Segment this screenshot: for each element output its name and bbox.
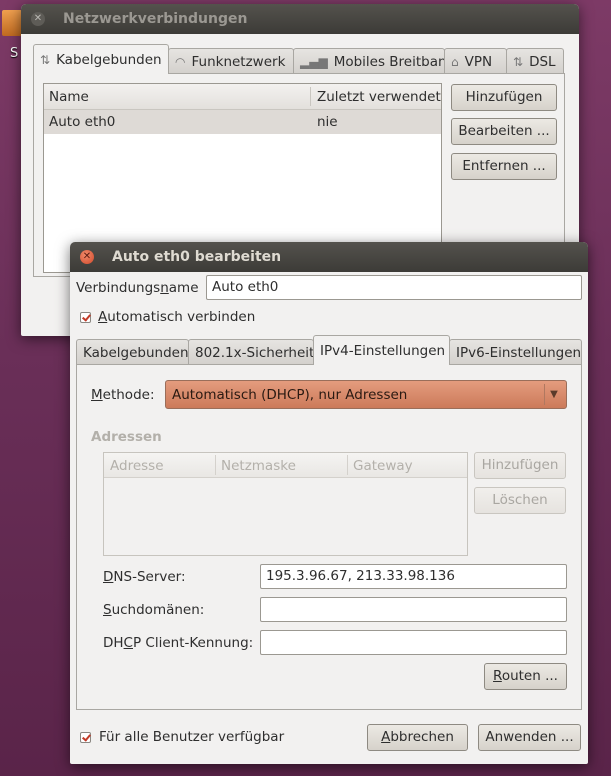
tab-ipv4-settings[interactable]: IPv4-Einstellungen bbox=[313, 335, 450, 365]
tab-dsl[interactable]: ⇅ DSL bbox=[506, 48, 564, 74]
dns-server-input[interactable]: 195.3.96.67, 213.33.98.136 bbox=[260, 564, 567, 589]
tab-label: DSL bbox=[529, 53, 556, 70]
edit-connection-button[interactable]: Bearbeiten ... bbox=[451, 118, 557, 145]
all-users-checkbox[interactable] bbox=[80, 732, 91, 743]
dialog-title: Auto eth0 bearbeiten bbox=[112, 249, 282, 265]
column-header-name[interactable]: Name bbox=[49, 89, 89, 105]
dns-server-label: DNS-Server: bbox=[103, 569, 186, 585]
wifi-icon: ◠ bbox=[175, 54, 186, 69]
desktop-folder-icon[interactable] bbox=[2, 10, 22, 36]
tab-label: VPN bbox=[464, 53, 493, 70]
dialog-titlebar: ✕ Auto eth0 bearbeiten bbox=[70, 242, 588, 272]
column-header-netmask: Netzmaske bbox=[221, 458, 296, 474]
column-divider bbox=[347, 455, 348, 475]
dhcp-client-id-input[interactable] bbox=[260, 630, 567, 655]
method-label: Methode: bbox=[91, 387, 155, 403]
tab-vpn[interactable]: ⌂ VPN bbox=[444, 48, 507, 74]
chevron-down-icon: ▼ bbox=[544, 384, 563, 405]
auto-connect-label: Automatisch verbinden bbox=[98, 309, 256, 325]
auto-connect-checkbox[interactable] bbox=[80, 312, 91, 323]
column-divider bbox=[310, 87, 311, 106]
tab-label: 802.1x-Sicherheit bbox=[195, 344, 315, 361]
close-icon[interactable]: ✕ bbox=[31, 12, 45, 26]
search-domains-input[interactable] bbox=[260, 597, 567, 622]
search-domains-label: Suchdomänen: bbox=[103, 602, 205, 618]
close-icon[interactable]: ✕ bbox=[80, 250, 94, 264]
column-header-last-used[interactable]: Zuletzt verwendet bbox=[317, 89, 441, 105]
arrows-updown-icon: ⇅ bbox=[513, 54, 524, 69]
delete-address-button[interactable]: Löschen bbox=[474, 487, 566, 514]
table-row[interactable]: Auto eth0 nie bbox=[44, 110, 441, 134]
cancel-button[interactable]: Abbrechen bbox=[367, 724, 468, 751]
signal-bars-icon: ▂▄▆ bbox=[300, 54, 328, 69]
addresses-heading: Adressen bbox=[91, 429, 162, 445]
connection-name-label: Verbindungsname bbox=[76, 280, 199, 296]
tab-label: Kabelgebunden bbox=[83, 344, 189, 361]
row-last-used-cell: nie bbox=[317, 114, 338, 130]
dhcp-client-id-label: DHCP Client-Kennung: bbox=[103, 635, 254, 651]
tab-label: IPv6-Einstellungen bbox=[456, 344, 582, 361]
address-table-header: Adresse Netzmaske Gateway bbox=[104, 453, 467, 478]
lock-icon: ⌂ bbox=[451, 54, 459, 69]
main-titlebar: ✕ Netzwerkverbindungen bbox=[21, 4, 579, 34]
tab-ipv6-settings[interactable]: IPv6-Einstellungen bbox=[449, 339, 582, 365]
routes-button[interactable]: Routen ... bbox=[484, 663, 567, 690]
connection-name-input[interactable]: Auto eth0 bbox=[206, 275, 582, 300]
tab-mobiles-breitband[interactable]: ▂▄▆ Mobiles Breitband bbox=[293, 48, 455, 74]
tab-label: Funknetzwerk bbox=[191, 53, 286, 70]
addresses-table: Adresse Netzmaske Gateway bbox=[103, 452, 468, 556]
tab-label: Kabelgebunden bbox=[56, 51, 162, 68]
column-header-gateway: Gateway bbox=[353, 458, 413, 474]
method-select[interactable]: Automatisch (DHCP), nur Adressen ▼ bbox=[165, 380, 567, 409]
column-header-address: Adresse bbox=[110, 458, 164, 474]
tab-kabelgebunden[interactable]: ⇅ Kabelgebunden bbox=[33, 44, 169, 74]
edit-connection-dialog: ✕ Auto eth0 bearbeiten Verbindungsname A… bbox=[70, 242, 588, 764]
column-divider bbox=[215, 455, 216, 475]
apply-button[interactable]: Anwenden ... bbox=[478, 724, 581, 751]
remove-connection-button[interactable]: Entfernen ... bbox=[451, 153, 557, 180]
table-header: Name Zuletzt verwendet bbox=[44, 84, 441, 110]
tab-8021x-security[interactable]: 802.1x-Sicherheit bbox=[188, 339, 314, 365]
method-value: Automatisch (DHCP), nur Adressen bbox=[172, 387, 408, 403]
main-window-title: Netzwerkverbindungen bbox=[63, 11, 248, 27]
row-name-cell: Auto eth0 bbox=[49, 114, 116, 130]
tab-label: Mobiles Breitband bbox=[333, 53, 456, 70]
tab-label: IPv4-Einstellungen bbox=[320, 342, 446, 359]
add-connection-button[interactable]: Hinzufügen bbox=[451, 84, 557, 111]
tab-kabelgebunden[interactable]: Kabelgebunden bbox=[76, 339, 189, 365]
all-users-label: Für alle Benutzer verfügbar bbox=[99, 729, 285, 745]
desktop-icon-label: S bbox=[10, 46, 19, 61]
network-wired-icon: ⇅ bbox=[40, 52, 51, 67]
add-address-button[interactable]: Hinzufügen bbox=[474, 452, 566, 479]
tab-funknetzwerk[interactable]: ◠ Funknetzwerk bbox=[168, 48, 294, 74]
